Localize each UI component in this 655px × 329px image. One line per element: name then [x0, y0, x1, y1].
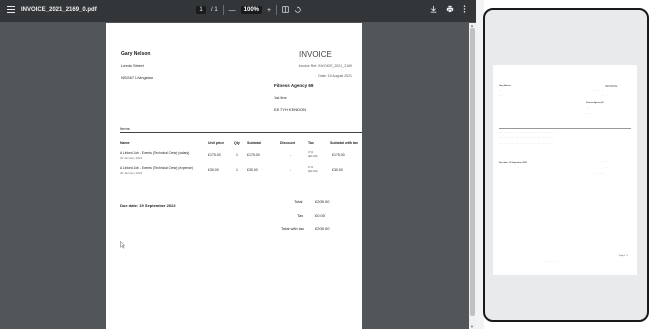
- items-divider: [120, 132, 362, 133]
- invoice-date: Date: 19 August 2021: [318, 74, 352, 78]
- col-subtotal-tax: Subtotal with tax: [330, 141, 358, 145]
- row-subtotal: £30.00: [247, 168, 258, 172]
- toolbar-divider: [222, 5, 224, 15]
- invoice-ref: Invoice Ref: INVOICE_2021_2169: [298, 64, 352, 68]
- preview-divider: [499, 128, 631, 129]
- sender-city: NSG67 Livingston: [121, 75, 154, 80]
- row-name: A Linked Job - Events (Technical Crew) (…: [120, 151, 190, 155]
- sender-name: Gary Nelson: [121, 51, 151, 57]
- recipient-city: E8 7YH KENDON: [274, 107, 307, 112]
- total-with-tax-label: Total with tax: [281, 226, 305, 231]
- zoom-out-button[interactable]: —: [229, 7, 236, 14]
- zoom-in-button[interactable]: +: [267, 7, 271, 14]
- row-unit-price: £30.00: [208, 168, 219, 172]
- row-total: £175.00: [332, 153, 345, 157]
- invoice-heading: INVOICE: [299, 50, 332, 59]
- col-subtotal: Subtotal: [247, 141, 261, 145]
- pdf-viewer: INVOICE_2021_2169_0.pdf 1 / 1 — 100% + G…: [0, 0, 476, 329]
- toolbar-right: [430, 5, 466, 15]
- toolbar-center: 1 / 1 — 100% +: [196, 5, 301, 15]
- rotate-icon[interactable]: [294, 5, 301, 15]
- col-qty: Qty: [234, 141, 240, 145]
- pdf-toolbar: INVOICE_2021_2169_0.pdf 1 / 1 — 100% +: [0, 0, 476, 22]
- recipient-name: Fitness Agency 69: [274, 83, 314, 88]
- preview-page: Gary Nelson · · · · · · · · INVOICE · · …: [493, 65, 637, 275]
- col-discount: Discount: [280, 141, 295, 145]
- recipient-line: 1st line: [274, 95, 287, 100]
- row-subtotal: £175.00: [247, 153, 260, 157]
- preview-sender: Gary Nelson: [499, 85, 511, 87]
- row-name: A Linked Job - Events (Technical Crew) (…: [120, 166, 193, 170]
- row-qty: 1: [236, 153, 238, 157]
- toolbar-divider: [276, 5, 278, 15]
- preview-heading: INVOICE: [605, 84, 618, 88]
- preview-due-date: Due date: 19 September 2022: [499, 162, 527, 164]
- total-value: £205.00: [315, 199, 330, 204]
- row-qty: 1: [236, 168, 238, 172]
- page-total: / 1: [211, 7, 218, 13]
- document-title: INVOICE_2021_2169_0.pdf: [21, 7, 97, 13]
- col-tax: Tax: [308, 141, 314, 145]
- row-tax: 0 % (£0.00): [308, 150, 318, 158]
- total-with-tax-value: £205.00: [315, 226, 330, 231]
- download-icon[interactable]: [430, 5, 437, 15]
- print-icon[interactable]: [446, 5, 454, 15]
- col-unit-price: Unit price: [208, 141, 225, 145]
- total-label: Total: [294, 199, 303, 204]
- row-total: £30.00: [332, 168, 343, 172]
- col-name: Name: [120, 141, 130, 145]
- row-sub: 30 January 2022: [120, 156, 143, 160]
- fit-page-icon[interactable]: [282, 5, 289, 15]
- pdf-page: Gary Nelson Leeds Street NSG67 Livingsto…: [106, 23, 362, 329]
- row-tax: 0 % (£0.00): [308, 165, 318, 173]
- sender-street: Leeds Street: [121, 63, 144, 68]
- tax-label: Tax: [297, 213, 304, 218]
- row-discount: -: [290, 168, 292, 172]
- due-date: Due date: 19 September 2022: [120, 203, 176, 208]
- items-title: Items: [120, 126, 130, 131]
- row-discount: -: [290, 153, 292, 157]
- row-sub: 30 January 2022: [120, 171, 143, 175]
- more-vert-icon[interactable]: [463, 5, 466, 15]
- preview-page-number: Page 1 / 1: [619, 255, 629, 257]
- menu-icon[interactable]: [7, 6, 15, 16]
- preview-recipient: Fitness Agency 69: [586, 102, 604, 104]
- zoom-input[interactable]: 100%: [240, 6, 263, 14]
- row-unit-price: £175.00: [208, 153, 221, 157]
- page-number-input[interactable]: 1: [196, 6, 206, 14]
- device-frame: Gary Nelson · · · · · · · · INVOICE · · …: [483, 8, 649, 322]
- scroll-down-icon[interactable]: ▼: [470, 324, 474, 329]
- tax-value: £0.00: [315, 213, 326, 218]
- mouse-cursor-icon: [120, 240, 125, 251]
- scrollbar-thumb[interactable]: [470, 28, 475, 316]
- scrollbar[interactable]: ▲ ▼: [469, 23, 476, 329]
